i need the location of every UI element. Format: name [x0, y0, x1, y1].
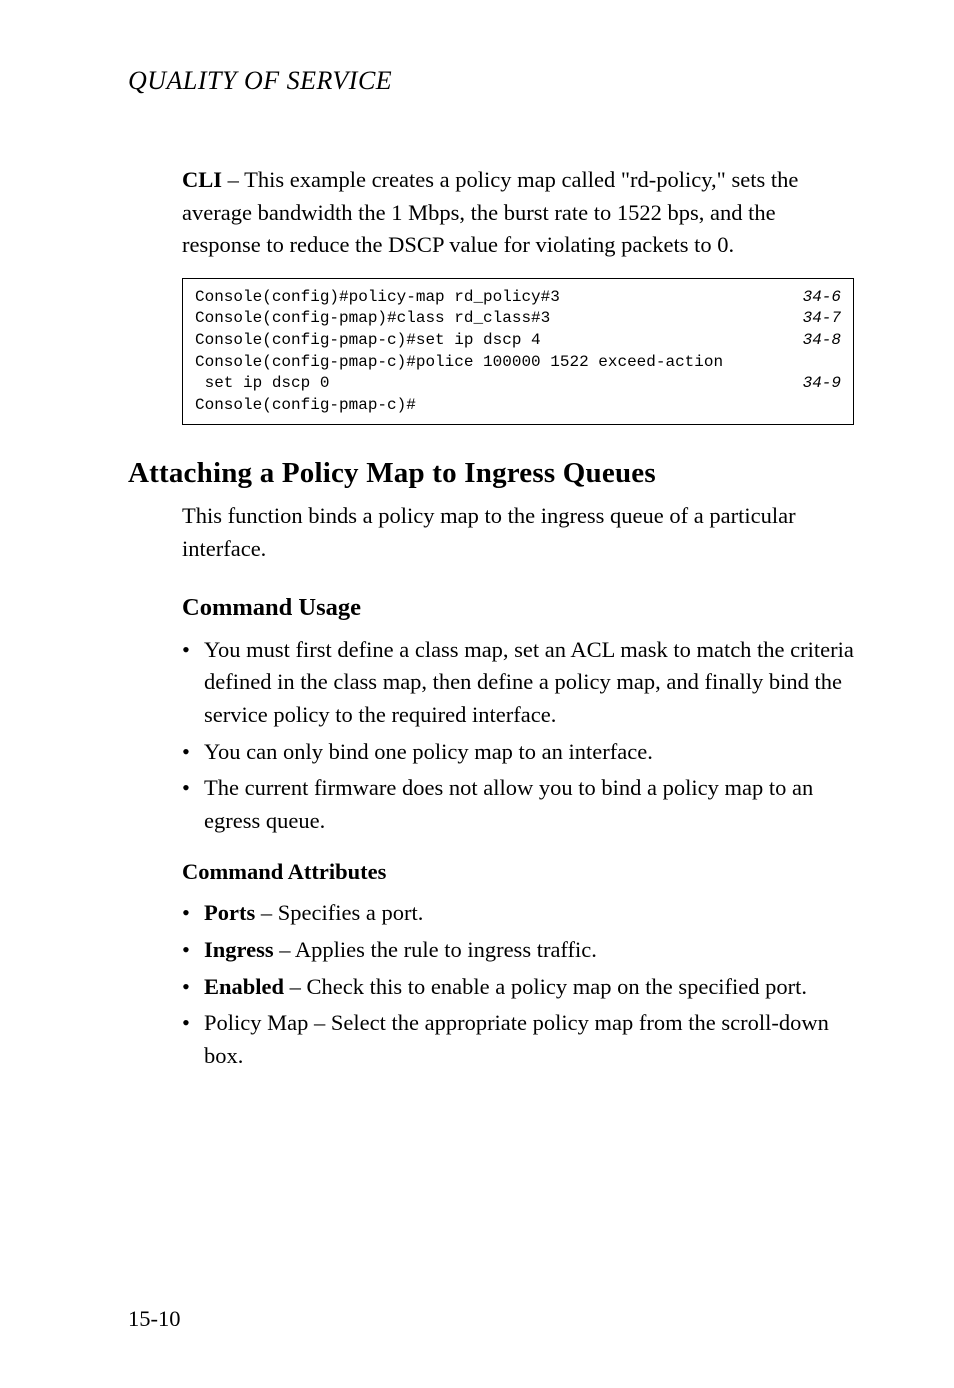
code-block: Console(config)#policy-map rd_policy#3 34… [182, 278, 854, 426]
attrs-item: Ports – Specifies a port. [182, 897, 854, 930]
body-indent: CLI – This example creates a policy map … [182, 164, 854, 425]
code-text: Console(config)#policy-map rd_policy#3 [195, 287, 560, 309]
attrs-item: Enabled – Check this to enable a policy … [182, 971, 854, 1004]
code-ref [817, 395, 841, 417]
code-text: Console(config-pmap-c)#police 100000 152… [195, 352, 723, 374]
attr-term: Ingress [204, 937, 274, 962]
usage-list: You must first define a class map, set a… [182, 634, 854, 838]
cli-rest: – This example creates a policy map call… [182, 167, 798, 257]
attr-term: Enabled [204, 974, 284, 999]
code-text: Console(config-pmap-c)#set ip dscp 4 [195, 330, 541, 352]
code-ref: 34-7 [779, 308, 841, 330]
attrs-item: Policy Map – Select the appropriate poli… [182, 1007, 854, 1072]
usage-item: The current firmware does not allow you … [182, 772, 854, 837]
attr-desc: – Specifies a port. [255, 900, 423, 925]
attr-term: Ports [204, 900, 255, 925]
code-text: Console(config-pmap)#class rd_class#3 [195, 308, 550, 330]
cli-lead: CLI [182, 167, 222, 192]
code-line: Console(config-pmap-c)#police 100000 152… [195, 352, 841, 374]
cli-intro-para: CLI – This example creates a policy map … [182, 164, 854, 262]
page: QUALITY OF SERVICE CLI – This example cr… [0, 0, 954, 1388]
code-line: Console(config-pmap)#class rd_class#3 34-… [195, 308, 841, 330]
page-number: 15-10 [128, 1306, 181, 1332]
attrs-item: Ingress – Applies the rule to ingress tr… [182, 934, 854, 967]
code-line: Console(config-pmap-c)#set ip dscp 4 34-8 [195, 330, 841, 352]
code-ref: 34-8 [779, 330, 841, 352]
attr-desc: – Applies the rule to ingress traffic. [274, 937, 597, 962]
code-line: Console(config)#policy-map rd_policy#3 34… [195, 287, 841, 309]
command-usage-heading: Command Usage [182, 594, 854, 622]
code-ref: 34-9 [779, 373, 841, 395]
attrs-list: Ports – Specifies a port. Ingress – Appl… [182, 897, 854, 1072]
code-line: Console(config-pmap-c)# [195, 395, 841, 417]
section-intro: This function binds a policy map to the … [182, 500, 854, 565]
code-text: Console(config-pmap-c)# [195, 395, 416, 417]
code-line: set ip dscp 0 34-9 [195, 373, 841, 395]
usage-item: You must first define a class map, set a… [182, 634, 854, 732]
attr-desc: Policy Map – Select the appropriate poli… [204, 1010, 829, 1068]
command-attributes-heading: Command Attributes [182, 859, 854, 885]
code-ref [817, 352, 841, 374]
attr-desc: – Check this to enable a policy map on t… [284, 974, 807, 999]
section-body: This function binds a policy map to the … [182, 500, 854, 1072]
code-text: set ip dscp 0 [195, 373, 329, 395]
code-ref: 34-6 [779, 287, 841, 309]
running-head: QUALITY OF SERVICE [128, 66, 854, 96]
section-heading: Attaching a Policy Map to Ingress Queues [128, 457, 854, 490]
usage-item: You can only bind one policy map to an i… [182, 736, 854, 769]
running-head-text: QUALITY OF SERVICE [128, 66, 392, 95]
